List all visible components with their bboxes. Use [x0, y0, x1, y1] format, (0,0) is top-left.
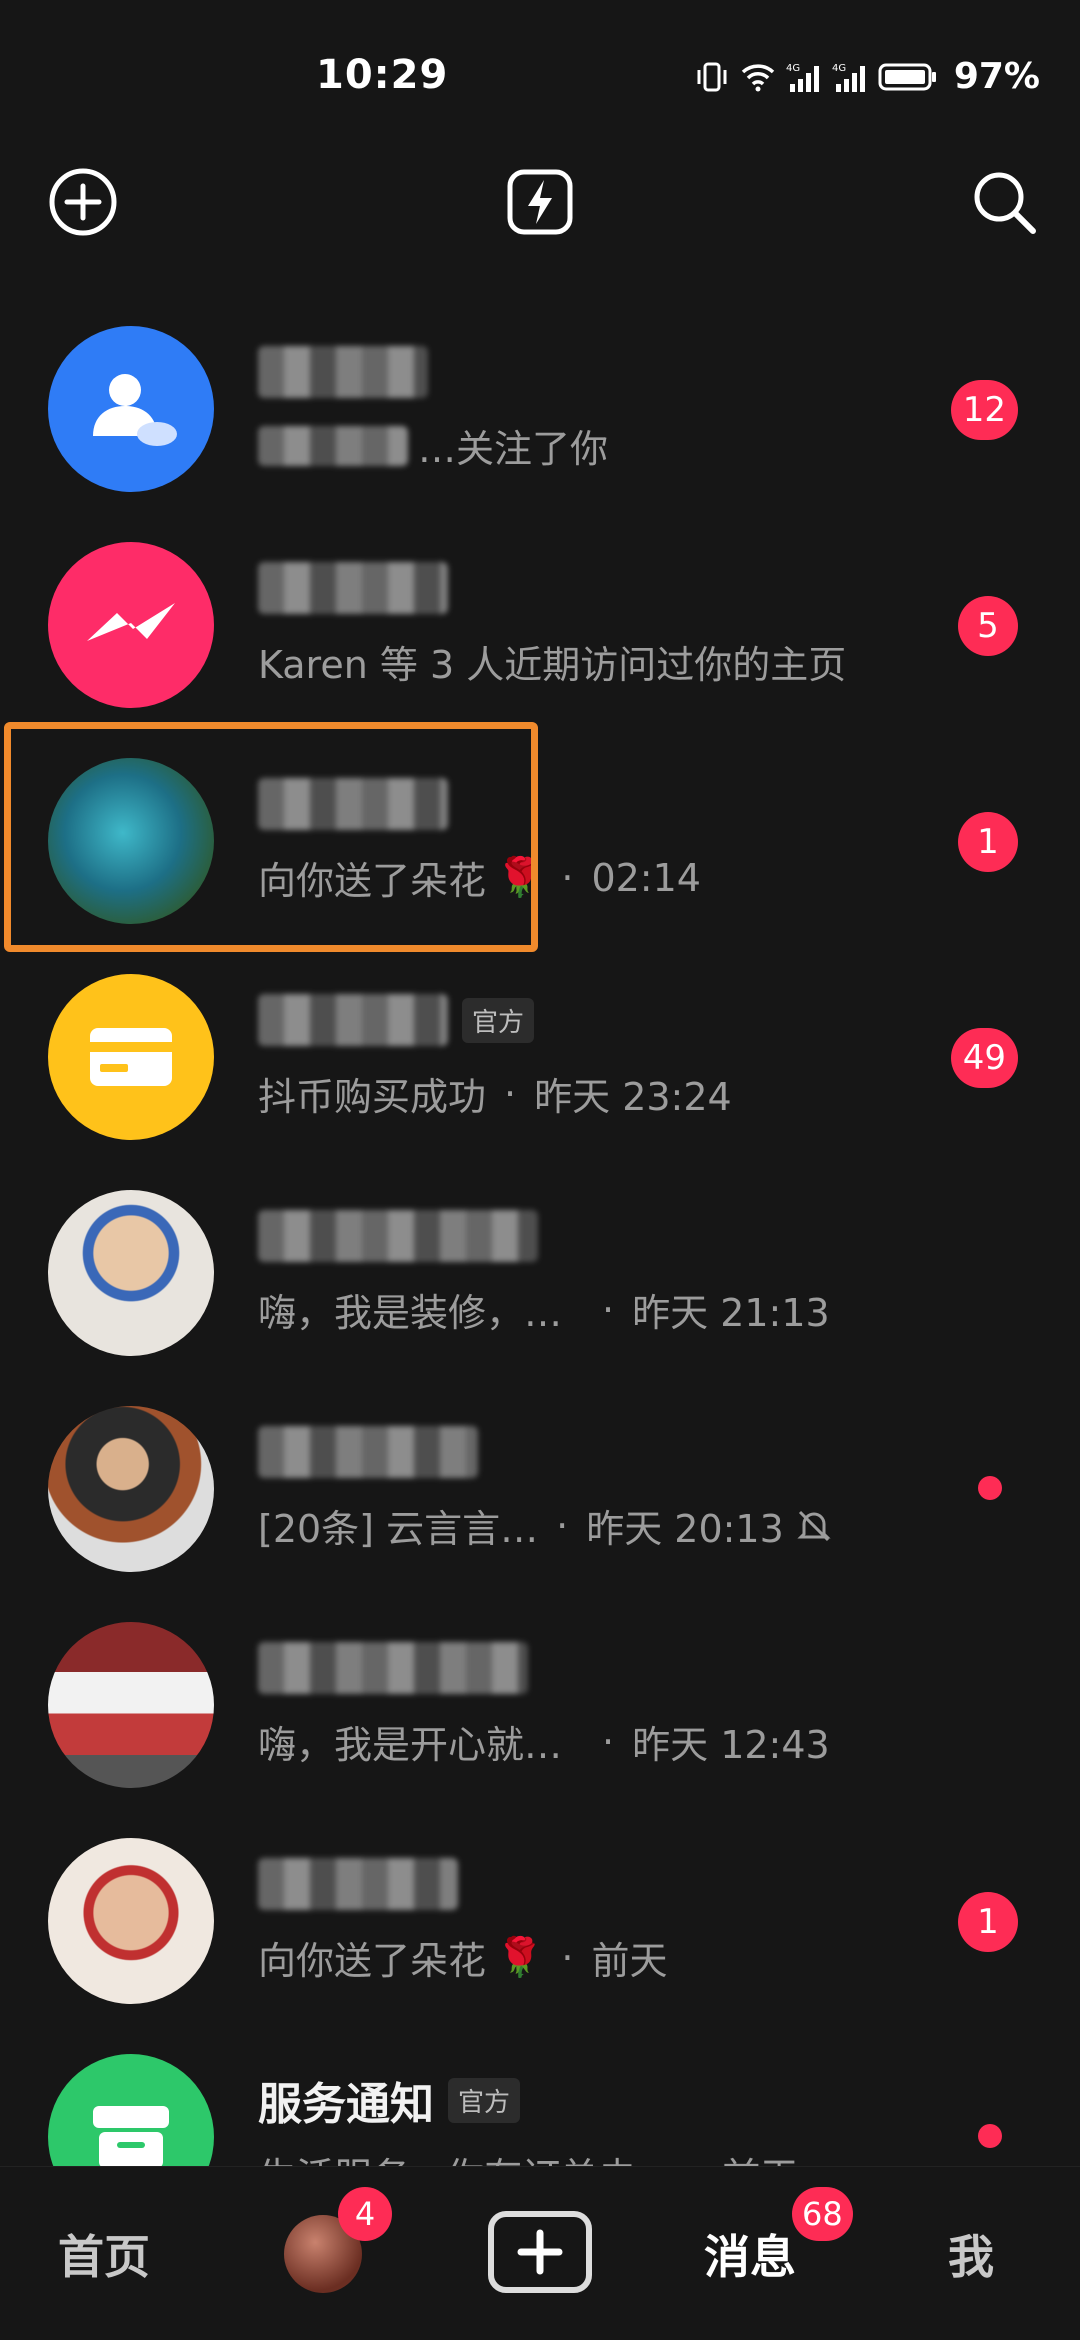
conversation-subtitle: …关注了你: [258, 418, 608, 473]
conversation-row[interactable]: 嗨，我是开心就… · 昨天 12:43: [0, 1596, 1080, 1812]
avatar: [48, 1838, 214, 2004]
conversation-time: 02:14: [591, 855, 701, 900]
search-icon: [974, 172, 1036, 234]
blurred-name: [258, 1858, 458, 1910]
conversation-row-group[interactable]: [20条] 云言言… · 昨天 20:13: [0, 1380, 1080, 1596]
messenger-bolt-icon: [87, 603, 175, 641]
avatar: [48, 542, 214, 708]
blurred-name: [258, 1210, 538, 1262]
conversation-time: 昨天 20:13: [586, 1507, 784, 1551]
signal-4g-icon: 4G: [786, 63, 819, 92]
unread-badge: 5: [958, 596, 1018, 656]
add-button[interactable]: [43, 162, 123, 242]
conversation-subtitle: 嗨，我是装修，… · 昨天 21:13: [258, 1282, 830, 1337]
conversation-name: [258, 1856, 458, 1912]
unread-badge: 1: [958, 1892, 1018, 1952]
conversation-subtitle: 嗨，我是开心就… · 昨天 12:43: [258, 1714, 830, 1769]
bottom-nav: 首页 4 消息 68 我: [0, 2166, 1080, 2340]
blurred-text: [258, 425, 408, 466]
top-bar: [0, 150, 1080, 270]
conversation-name: [258, 344, 428, 400]
highlight-box: [4, 722, 538, 952]
battery-percent: 97%: [953, 56, 1040, 97]
conversation-name: [258, 1640, 528, 1696]
conversation-name: 官方: [258, 992, 535, 1048]
conversation-subtitle: Karen 等 3 人近期访问过你的主页: [258, 643, 847, 687]
muted-bell-icon: [797, 1510, 831, 1541]
messages-badge: 68: [792, 2187, 853, 2241]
avatar: [48, 974, 214, 1140]
blurred-name: [258, 1426, 478, 1478]
wifi-icon: [741, 63, 775, 91]
conversation-name: 服务通知 官方: [258, 2072, 521, 2130]
status-time: 10:29: [316, 52, 449, 98]
avatar: [48, 1190, 214, 1356]
official-tag: 官方: [462, 997, 535, 1043]
conversation-row-wallet[interactable]: 官方 抖币购买成功 · 昨天 23:24 49: [0, 948, 1080, 1164]
unread-badge: 12: [950, 380, 1018, 440]
flash-icon: [507, 169, 573, 235]
conversation-name: [258, 560, 448, 616]
conversation-time: 昨天 23:24: [534, 1075, 732, 1119]
unread-badge: 49: [950, 1028, 1018, 1088]
conversation-subtitle: 向你送了朵花 🌹 · 前天: [258, 1930, 667, 1985]
blurred-name: [258, 562, 448, 614]
svg-text:4G: 4G: [832, 63, 846, 74]
unread-dot: [978, 2124, 1002, 2148]
official-tag: 官方: [448, 2077, 521, 2123]
conversation-time: 昨天 21:13: [632, 1291, 830, 1335]
conversation-subtitle: 抖币购买成功 · 昨天 23:24: [258, 1066, 732, 1121]
wallet-card-icon: [90, 1028, 172, 1086]
blurred-name: [258, 994, 448, 1046]
conversation-subtitle: [20条] 云言言… · 昨天 20:13: [258, 1498, 834, 1553]
blurred-name: [258, 346, 428, 398]
svg-text:4G: 4G: [786, 63, 800, 74]
signal-4g-icon: 4G: [832, 63, 865, 92]
plus-icon: [517, 2229, 563, 2275]
conversation-row-flower[interactable]: 向你送了朵花 🌹 · 前天 1: [0, 1812, 1080, 2028]
nav-home[interactable]: 首页: [58, 2221, 150, 2287]
conversation-list: …关注了你 12 Karen 等 3 人近期访问过你的主页 5 向你送了朵花 🌹…: [0, 300, 1080, 2244]
add-circle-icon: [49, 168, 117, 236]
create-button[interactable]: [488, 2211, 592, 2293]
service-box-icon: [93, 2106, 169, 2168]
search-button[interactable]: [964, 162, 1044, 242]
nav-me[interactable]: 我: [948, 2221, 994, 2287]
status-icons: 4G 4G 97%: [694, 56, 1040, 97]
new-followers-icon: [93, 374, 177, 446]
flash-button[interactable]: [500, 162, 580, 242]
unread-dot: [978, 1476, 1002, 1500]
nav-messages[interactable]: 消息: [704, 2221, 796, 2287]
flower-emoji: 🌹: [496, 1935, 544, 1979]
blurred-name: [258, 1642, 528, 1694]
conversation-row[interactable]: 嗨，我是装修，… · 昨天 21:13: [0, 1164, 1080, 1380]
avatar: [48, 1406, 214, 1572]
battery-icon: [878, 63, 936, 90]
avatar: [48, 326, 214, 492]
friends-badge: 4: [338, 2187, 392, 2241]
avatar: [48, 1622, 214, 1788]
conversation-name: [258, 1424, 478, 1480]
status-bar: 10:29 4G 4G 97%: [0, 0, 1080, 150]
conversation-row-new-followers[interactable]: …关注了你 12: [0, 300, 1080, 516]
conversation-name: [258, 1208, 538, 1264]
conversation-time: 昨天 12:43: [632, 1723, 830, 1767]
conversation-time: 前天: [591, 1939, 668, 1983]
unread-badge: 1: [958, 812, 1018, 872]
vibrate-icon: [697, 62, 727, 91]
conversation-row-visitors[interactable]: Karen 等 3 人近期访问过你的主页 5: [0, 516, 1080, 732]
